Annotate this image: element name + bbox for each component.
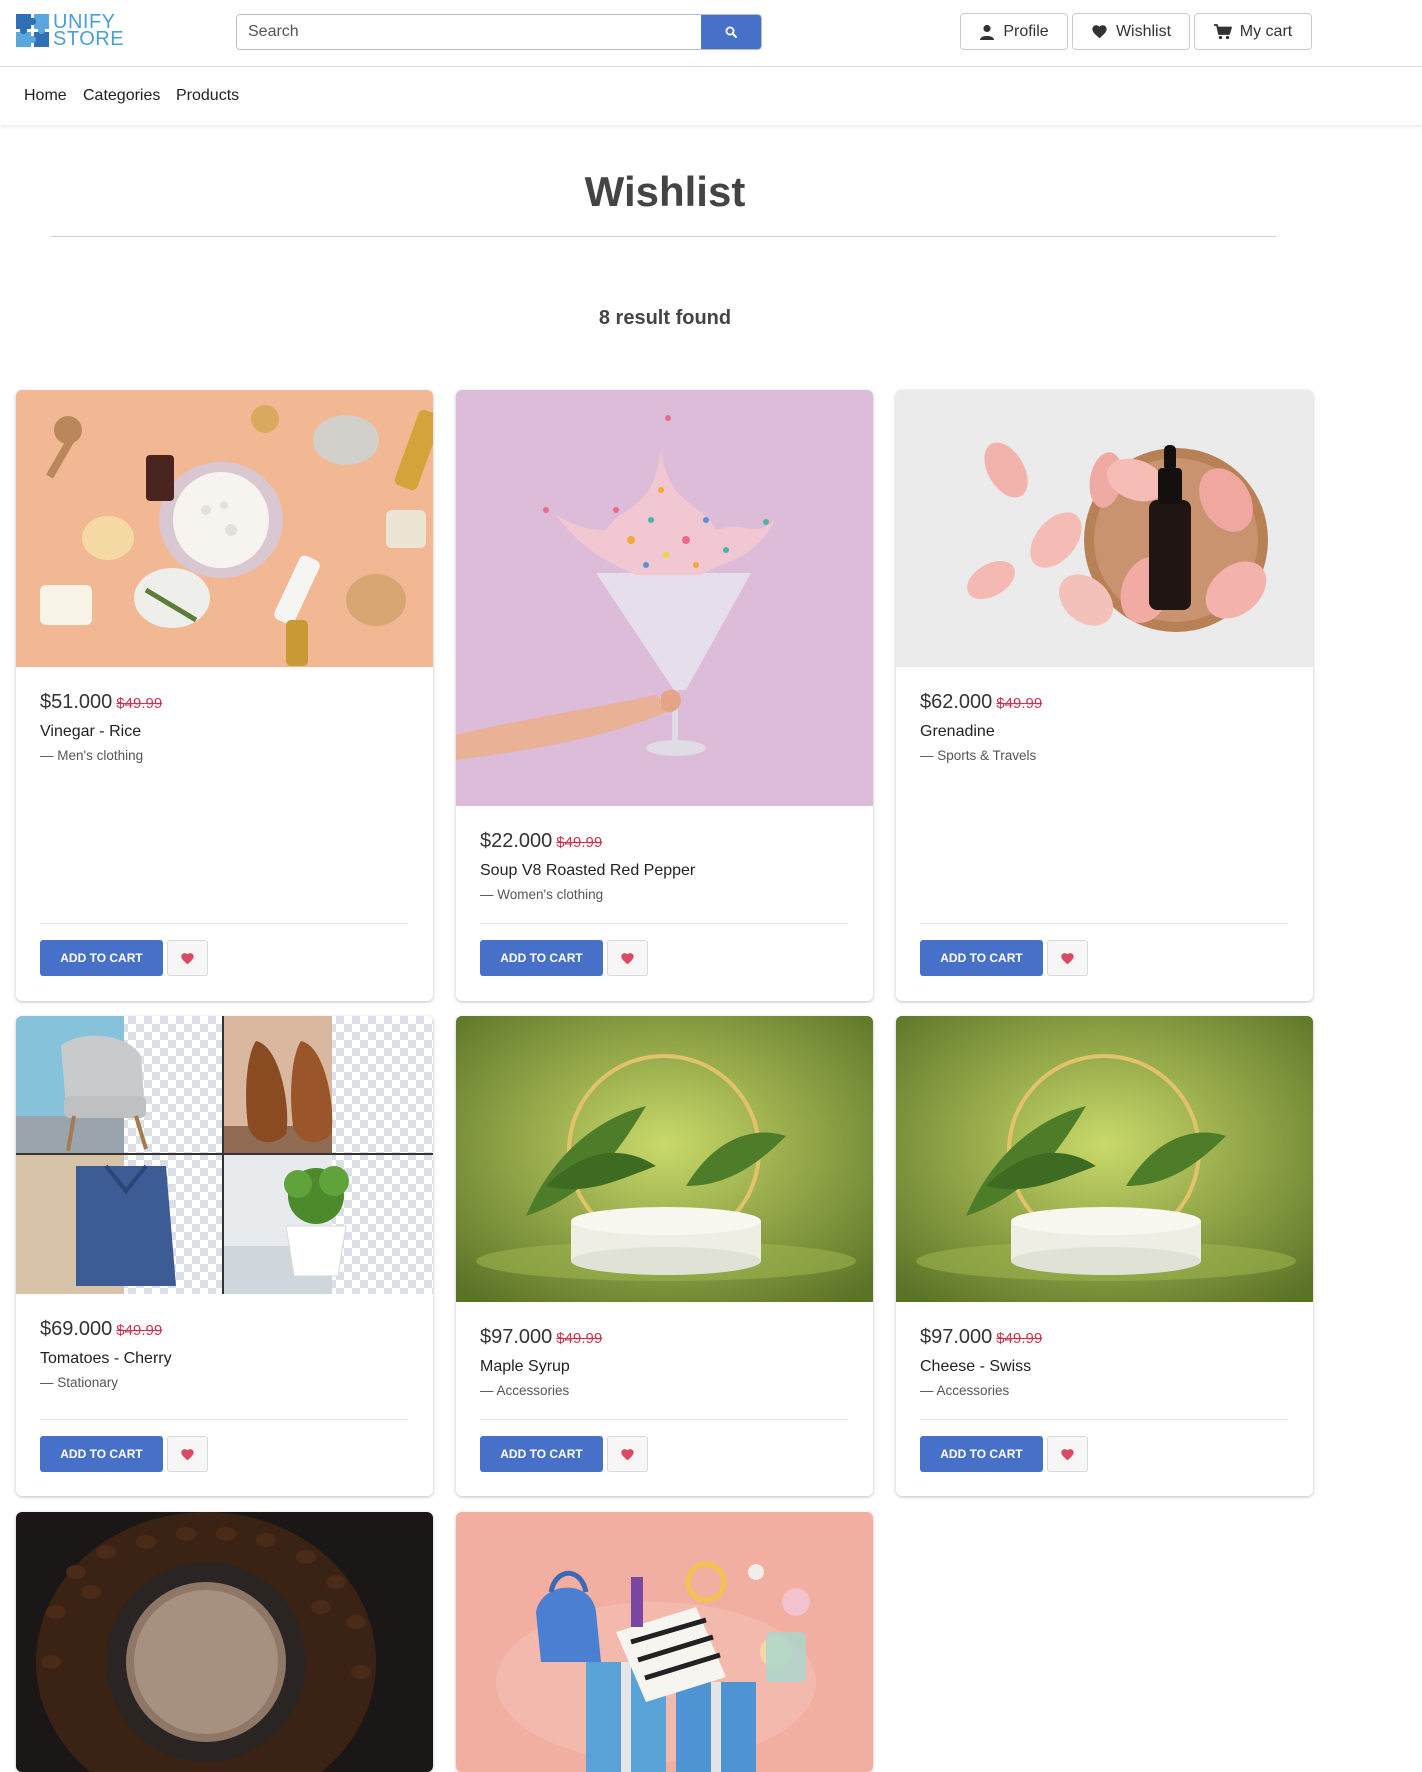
price-row: $97.000 $49.99 <box>920 1326 1042 1349</box>
product-card: $69.000 $49.99 Tomatoes - Cherry — Stati… <box>16 1016 433 1496</box>
product-name[interactable]: Tomatoes - Cherry <box>40 1350 172 1368</box>
card-divider <box>920 1419 1288 1420</box>
product-old-price: $49.99 <box>556 834 603 851</box>
product-name[interactable]: Vinegar - Rice <box>40 723 141 741</box>
product-name[interactable]: Cheese - Swiss <box>920 1358 1031 1376</box>
product-card: $62.000 $49.99 Grenadine — Sports & Trav… <box>896 390 1313 1001</box>
profile-button[interactable]: Profile <box>960 13 1068 50</box>
search-input[interactable] <box>237 15 701 49</box>
product-old-price: $49.99 <box>556 1330 603 1347</box>
product-image[interactable] <box>456 1512 873 1772</box>
cart-icon <box>1213 23 1232 39</box>
product-card: $22.000 $49.99 Soup V8 Roasted Red Peppe… <box>456 390 873 1001</box>
price-row: $62.000 $49.99 <box>920 691 1042 714</box>
product-image[interactable] <box>16 1512 433 1772</box>
nav-categories[interactable]: Categories <box>83 87 160 105</box>
logo-text: UNIFY STORE <box>53 12 125 50</box>
wishlist-toggle-button[interactable] <box>167 1436 208 1472</box>
wishlist-toggle-button[interactable] <box>607 1436 648 1472</box>
product-price: $22.000 <box>480 830 553 852</box>
store-logo[interactable]: UNIFY STORE <box>16 12 126 50</box>
card-divider <box>480 1419 848 1420</box>
profile-label: Profile <box>1003 22 1049 40</box>
product-price: $97.000 <box>920 1326 993 1348</box>
product-card: $97.000 $49.99 Maple Syrup — Accessories… <box>456 1016 873 1496</box>
search-bar <box>236 14 762 50</box>
product-image[interactable] <box>456 390 873 806</box>
top-bar: UNIFY STORE Profile Wishlist <box>0 0 1422 67</box>
card-divider <box>40 1419 408 1420</box>
wishlist-label: Wishlist <box>1115 22 1172 40</box>
title-divider <box>51 236 1276 237</box>
price-row: $51.000 $49.99 <box>40 691 162 714</box>
wishlist-toggle-button[interactable] <box>1047 940 1088 976</box>
product-price: $51.000 <box>40 691 113 713</box>
product-image[interactable] <box>456 1016 873 1302</box>
product-card <box>16 1512 433 1772</box>
product-image[interactable] <box>16 1016 433 1294</box>
wishlist-toggle-button[interactable] <box>607 940 648 976</box>
card-divider <box>40 923 408 924</box>
product-name[interactable]: Grenadine <box>920 723 995 741</box>
cart-label: My cart <box>1239 22 1293 40</box>
wishlist-toggle-button[interactable] <box>167 940 208 976</box>
add-to-cart-button[interactable]: ADD TO CART <box>920 1436 1043 1472</box>
product-old-price: $49.99 <box>996 1330 1043 1347</box>
search-button[interactable] <box>701 15 761 49</box>
puzzle-logo-icon <box>16 14 49 47</box>
wishlist-button[interactable]: Wishlist <box>1072 13 1190 50</box>
price-row: $97.000 $49.99 <box>480 1326 602 1349</box>
price-row: $69.000 $49.99 <box>40 1318 162 1341</box>
heart-icon <box>621 1448 634 1460</box>
product-image[interactable] <box>16 390 433 667</box>
heart-icon <box>181 952 194 964</box>
add-to-cart-button[interactable]: ADD TO CART <box>920 940 1043 976</box>
product-price: $69.000 <box>40 1318 113 1340</box>
product-name[interactable]: Soup V8 Roasted Red Pepper <box>480 862 695 880</box>
product-card <box>456 1512 873 1772</box>
heart-icon <box>1061 952 1074 964</box>
page-title: Wishlist <box>584 168 746 215</box>
add-to-cart-button[interactable]: ADD TO CART <box>40 940 163 976</box>
product-price: $62.000 <box>920 691 993 713</box>
nav-products[interactable]: Products <box>176 87 239 105</box>
user-icon <box>980 24 995 40</box>
search-icon <box>725 26 737 38</box>
product-card: $51.000 $49.99 Vinegar - Rice — Men's cl… <box>16 390 433 1001</box>
cart-button[interactable]: My cart <box>1194 13 1312 50</box>
logo-line-2: STORE <box>53 28 125 50</box>
product-name[interactable]: Maple Syrup <box>480 1358 570 1376</box>
product-category: — Sports & Travels <box>920 748 1037 763</box>
nav-home[interactable]: Home <box>24 87 67 105</box>
product-category: — Women's clothing <box>480 887 604 902</box>
card-divider <box>920 923 1288 924</box>
product-old-price: $49.99 <box>116 1322 163 1339</box>
product-old-price: $49.99 <box>996 695 1043 712</box>
wishlist-toggle-button[interactable] <box>1047 1436 1088 1472</box>
product-category: — Men's clothing <box>40 748 144 763</box>
price-row: $22.000 $49.99 <box>480 830 602 853</box>
heart-icon <box>1092 25 1107 39</box>
product-category: — Accessories <box>480 1383 570 1398</box>
add-to-cart-button[interactable]: ADD TO CART <box>40 1436 163 1472</box>
product-card: $97.000 $49.99 Cheese - Swiss — Accessor… <box>896 1016 1313 1496</box>
product-image[interactable] <box>896 1016 1313 1302</box>
product-price: $97.000 <box>480 1326 553 1348</box>
heart-icon <box>181 1448 194 1460</box>
card-divider <box>480 923 848 924</box>
heart-icon <box>1061 1448 1074 1460</box>
add-to-cart-button[interactable]: ADD TO CART <box>480 940 603 976</box>
heart-icon <box>621 952 634 964</box>
product-category: — Stationary <box>40 1375 119 1390</box>
product-image[interactable] <box>896 390 1313 667</box>
result-count: 8 result found <box>598 307 732 329</box>
product-category: — Accessories <box>920 1383 1010 1398</box>
product-old-price: $49.99 <box>116 695 163 712</box>
main-nav: Home Categories Products <box>0 68 1422 125</box>
add-to-cart-button[interactable]: ADD TO CART <box>480 1436 603 1472</box>
